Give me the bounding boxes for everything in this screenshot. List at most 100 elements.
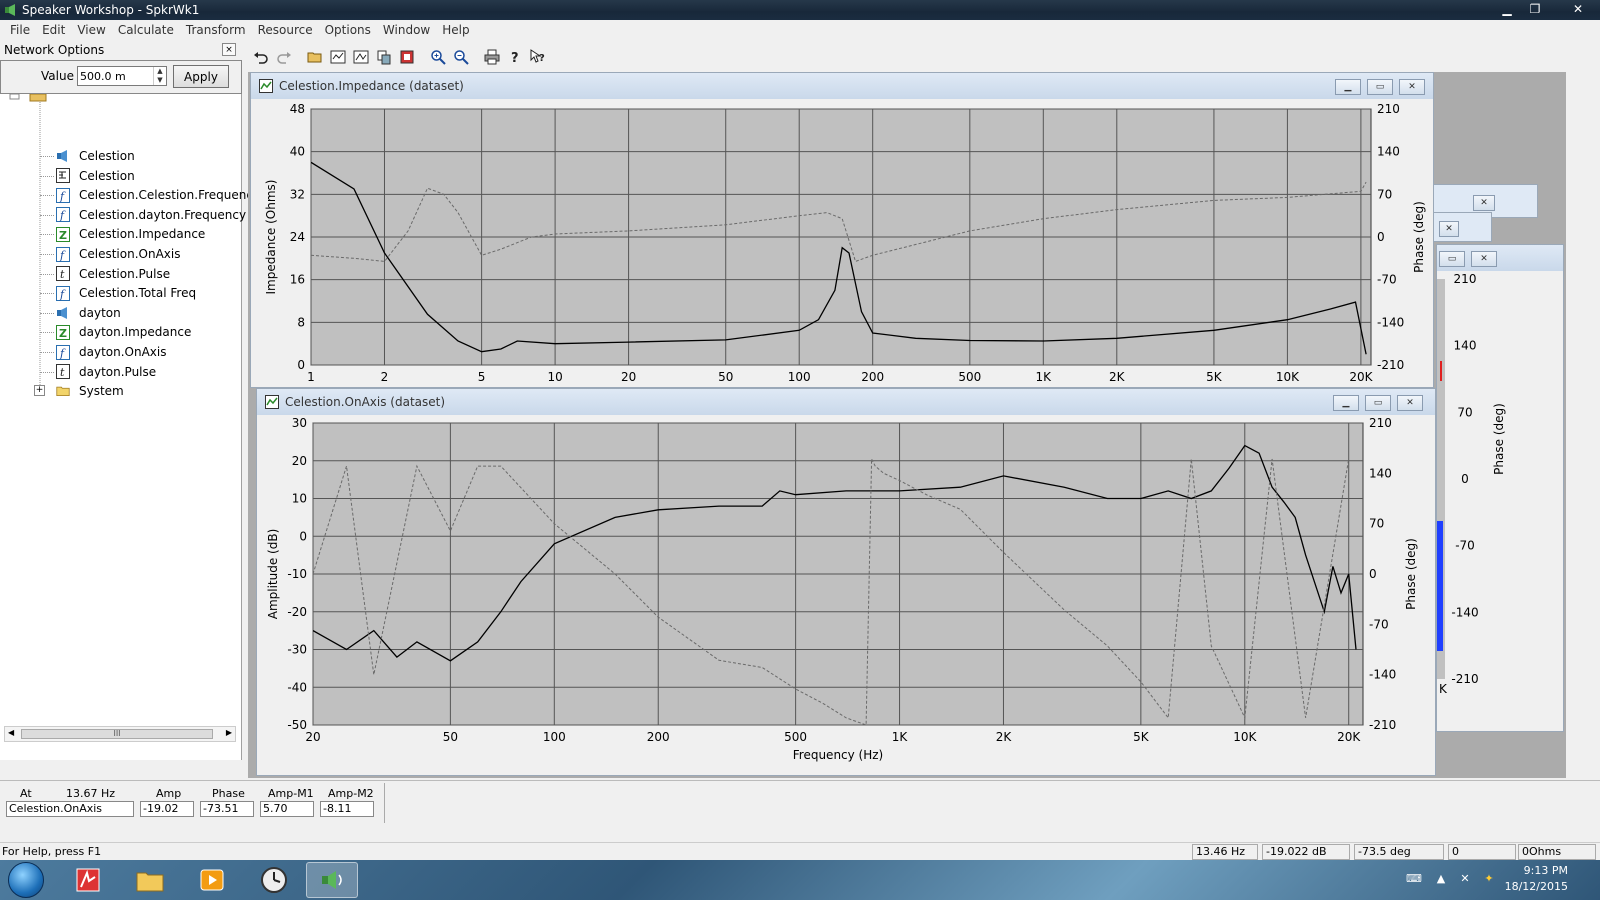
x-tick-label: 200 [861, 370, 884, 384]
network-tray-icon[interactable]: ✕ [1458, 872, 1472, 886]
x-tick-label: 5K [1133, 730, 1150, 744]
close-icon[interactable]: × [222, 43, 236, 56]
y-tick-label: 48 [290, 102, 305, 116]
help-text: For Help, press F1 [2, 845, 102, 858]
chart-icon[interactable] [327, 46, 349, 68]
tree-item[interactable]: f dayton.OnAxis [56, 342, 167, 362]
menu-window[interactable]: Window [377, 23, 436, 37]
tree-item-label: Celestion.Celestion.Frequency [79, 188, 261, 203]
close-icon[interactable]: ✕ [1399, 79, 1425, 95]
amp-m2-field[interactable]: -8.11 [320, 801, 374, 817]
minimize-icon[interactable]: ▁ [1333, 395, 1359, 411]
tree-item[interactable]: dayton [56, 303, 121, 323]
x-tick-label: 10 [547, 370, 562, 384]
y2-tick-label: 140 [1377, 145, 1400, 159]
zoom-out-icon[interactable] [450, 46, 472, 68]
driver-icon [56, 305, 70, 320]
menu-file[interactable]: File [4, 23, 36, 37]
help-icon[interactable]: ? [504, 46, 526, 68]
pdf-app-icon[interactable] [62, 862, 114, 898]
restore-icon[interactable]: ❐ [1522, 0, 1548, 18]
y2-tick-label: 210 [1369, 416, 1392, 430]
network-icon [56, 168, 70, 184]
dataset-field[interactable]: Celestion.OnAxis [6, 801, 134, 817]
onaxis-chart-window[interactable]: Celestion.OnAxis (dataset) ▁ ▭ ✕ 20 50 100… [256, 388, 1436, 776]
menu-help[interactable]: Help [436, 23, 475, 37]
y2-tick-label: -210 [1451, 672, 1478, 686]
maximize-icon[interactable]: ▭ [1439, 251, 1465, 267]
menu-calculate[interactable]: Calculate [112, 23, 180, 37]
onaxis-window-title-bar[interactable]: Celestion.OnAxis (dataset) [257, 389, 1435, 415]
speaker-workshop-task-icon[interactable] [306, 862, 358, 898]
print-icon[interactable] [481, 46, 503, 68]
minimize-icon[interactable]: ▁ [1335, 79, 1361, 95]
tree-item[interactable]: f Celestion.Celestion.Frequency [56, 185, 260, 205]
tray-time[interactable]: 9:13 PM [1508, 864, 1568, 877]
show-hidden-icons-icon[interactable]: ▲ [1434, 872, 1448, 886]
scroll-right-icon[interactable]: ▶ [226, 728, 232, 737]
tree-item[interactable]: f Celestion.Total Freq [56, 283, 196, 303]
menu-edit[interactable]: Edit [36, 23, 71, 37]
amp-field[interactable]: -19.02 [140, 801, 194, 817]
x-tick-label: 2K [1109, 370, 1126, 384]
undo-icon[interactable] [250, 46, 272, 68]
scroll-thumb[interactable]: III [21, 729, 213, 739]
clock-app-icon[interactable] [248, 862, 300, 898]
scroll-left-icon[interactable]: ◀ [8, 728, 14, 737]
impedance-chart-window[interactable]: Celestion.Impedance (dataset) ▁ ▭ ✕ 1251… [250, 72, 1434, 388]
x-tick-label: 10K [1233, 730, 1257, 744]
phase-header: Phase [212, 787, 245, 800]
minimize-icon[interactable]: ▁ [1494, 0, 1520, 18]
maximize-icon[interactable]: ▭ [1365, 395, 1391, 411]
apply-button[interactable]: Apply [173, 65, 229, 88]
tree-item[interactable]: t dayton.Pulse [56, 362, 156, 382]
menu-view[interactable]: View [71, 23, 111, 37]
tree-item[interactable]: t Celestion.Pulse [56, 264, 170, 284]
menu-transform[interactable]: Transform [180, 23, 252, 37]
tree-item[interactable]: Zdayton.Impedance [56, 322, 191, 342]
tree-item[interactable]: System + [34, 381, 124, 401]
copy-icon[interactable] [373, 46, 395, 68]
close-icon[interactable]: ✕ [1471, 251, 1497, 267]
tree-item[interactable]: Z Celestion.Impedance [56, 224, 205, 244]
tray-date[interactable]: 18/12/2015 [1496, 880, 1568, 893]
amp-m1-field[interactable]: 5.70 [260, 801, 314, 817]
tree-item[interactable]: Celestion [56, 146, 135, 166]
menu-resource[interactable]: Resource [252, 23, 319, 37]
impedance-icon: Z [56, 324, 70, 340]
open-icon[interactable] [304, 46, 326, 68]
zoom-in-icon[interactable] [427, 46, 449, 68]
close-icon[interactable]: ✕ [1473, 195, 1495, 211]
keyboard-tray-icon[interactable]: ⌨ [1406, 872, 1422, 886]
paste-icon[interactable] [396, 46, 418, 68]
phase-field[interactable]: -73.51 [200, 801, 254, 817]
y2-tick-label: 70 [1369, 517, 1384, 531]
tree-item[interactable]: f Celestion.OnAxis [56, 244, 180, 264]
x-tick-label: 2 [381, 370, 389, 384]
tree-item[interactable]: Celestion [56, 166, 135, 186]
background-chart-window[interactable]: ▭ ✕ -210 -140 -70 0 70 140 210 Phase (deg) K [1436, 244, 1564, 732]
tree-connector [40, 195, 54, 197]
horizontal-scrollbar[interactable]: ◀ III ▶ [4, 726, 236, 742]
close-icon[interactable]: ✕ [1439, 221, 1459, 237]
expand-icon[interactable]: + [34, 385, 45, 397]
close-icon[interactable]: ✕ [1397, 395, 1423, 411]
menu-options[interactable]: Options [319, 23, 377, 37]
power-tray-icon[interactable]: ✦ [1482, 872, 1496, 886]
close-icon[interactable]: ✕ [1560, 0, 1596, 18]
background-window-2[interactable]: ✕ [1432, 212, 1492, 242]
chart-icon-2[interactable] [350, 46, 372, 68]
value-label: Value [41, 69, 74, 83]
redo-icon[interactable] [273, 46, 295, 68]
impedance-window-title-bar[interactable]: Celestion.Impedance (dataset) [251, 73, 1433, 99]
svg-text:?: ? [511, 51, 519, 65]
maximize-icon[interactable]: ▭ [1367, 79, 1393, 95]
context-help-icon[interactable]: ? [527, 46, 549, 68]
media-player-icon[interactable] [186, 862, 238, 898]
tree-item[interactable]: f Celestion.dayton.Frequency [56, 205, 246, 225]
svg-text:Z: Z [59, 327, 67, 340]
start-button[interactable] [8, 862, 44, 898]
y2-axis-label: Phase (deg) [1492, 403, 1506, 475]
explorer-app-icon[interactable] [124, 862, 176, 898]
value-spinner[interactable]: ▲ ▼ [153, 67, 166, 85]
